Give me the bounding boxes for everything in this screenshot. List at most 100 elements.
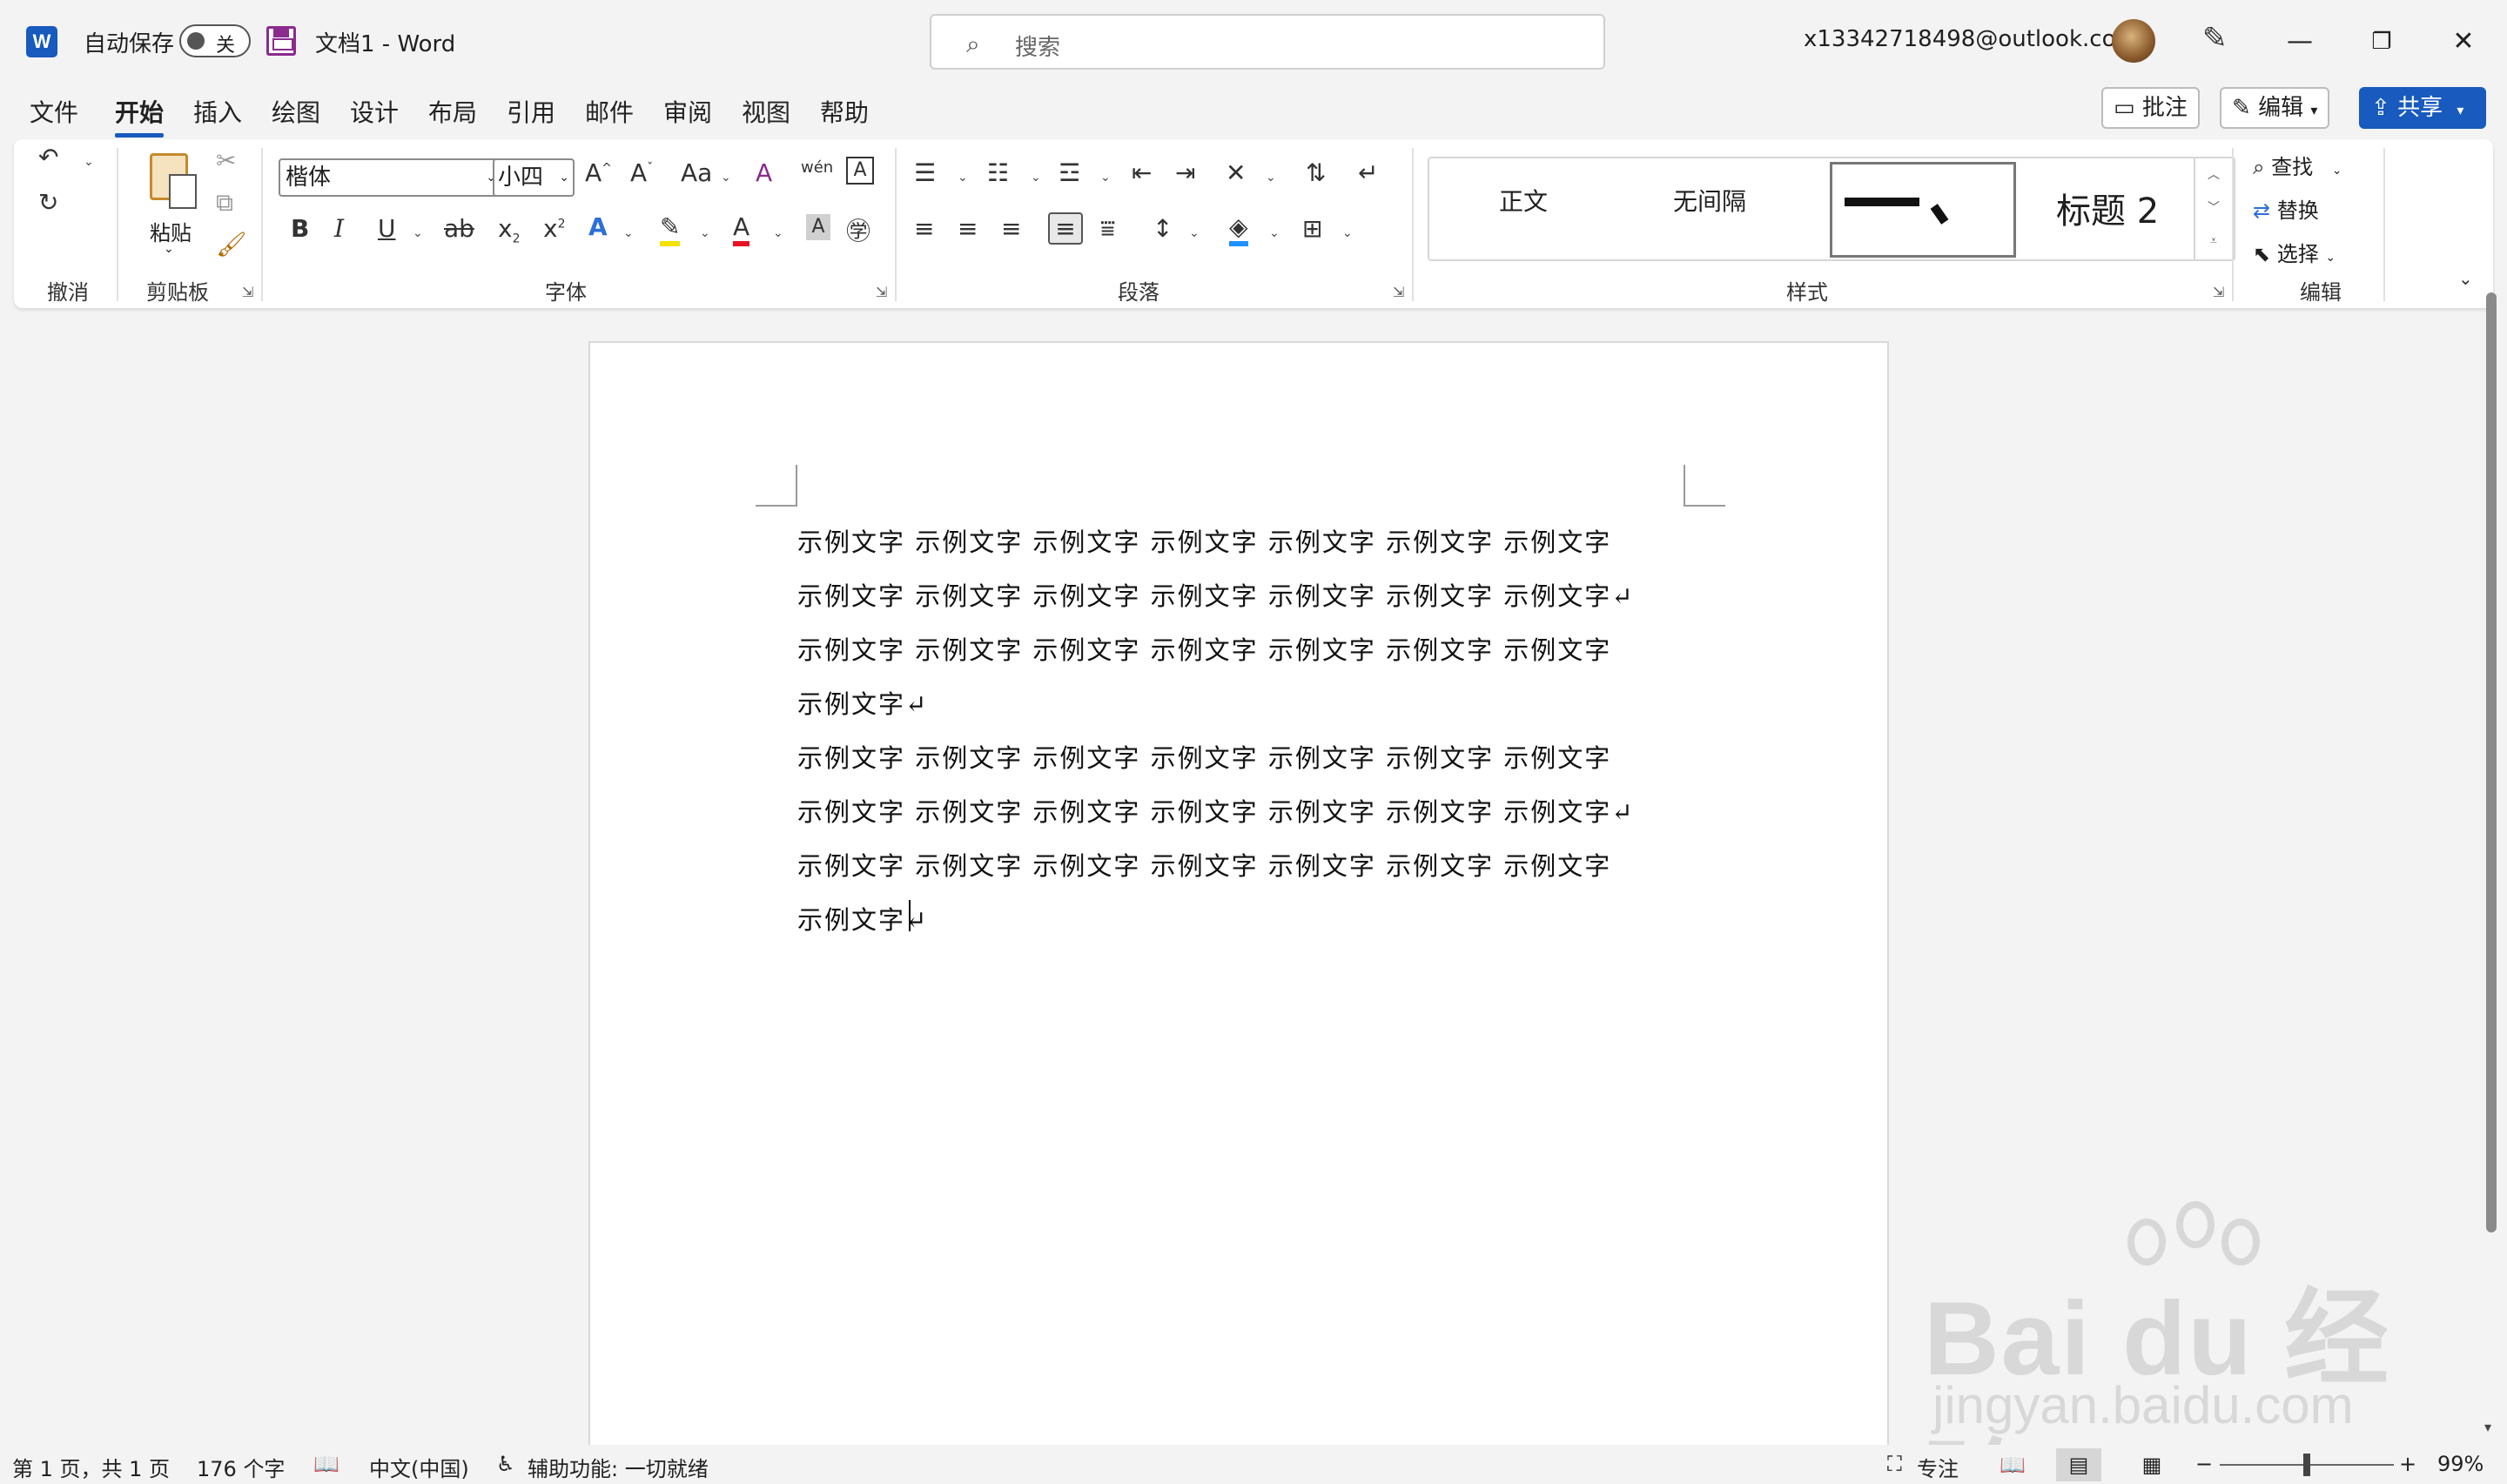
subscript-icon[interactable]: x2: [498, 214, 521, 246]
zoom-slider-thumb[interactable]: [2303, 1454, 2310, 1476]
minimize-button[interactable]: —: [2274, 16, 2326, 68]
replace-button[interactable]: ⇄ 替换: [2253, 193, 2319, 224]
increase-indent-icon[interactable]: ⇥: [1175, 158, 1195, 187]
text-effects-icon[interactable]: A: [588, 212, 608, 241]
tab-draw[interactable]: 绘图: [272, 94, 320, 129]
proofing-icon[interactable]: 📖: [313, 1452, 339, 1476]
character-border-icon[interactable]: A: [846, 157, 874, 185]
chevron-down-icon[interactable]: ⌄: [413, 226, 423, 240]
style-normal[interactable]: 正文: [1499, 183, 1548, 218]
phonetic-guide-icon[interactable]: wén: [801, 158, 833, 177]
zoom-out-icon[interactable]: −: [2195, 1452, 2213, 1476]
numbering-icon[interactable]: ☷: [987, 158, 1009, 187]
tab-references[interactable]: 引用: [507, 94, 555, 129]
bold-icon[interactable]: B: [291, 214, 309, 243]
read-mode-icon[interactable]: 📖: [1990, 1448, 2035, 1481]
font-color-icon[interactable]: A: [733, 212, 750, 246]
scroll-down-icon[interactable]: ▾: [2484, 1419, 2491, 1435]
font-name-select[interactable]: 楷体 ⌄: [279, 158, 503, 197]
chevron-down-icon[interactable]: ⌄: [721, 171, 731, 185]
style-heading-1[interactable]: [1830, 162, 2016, 258]
chevron-down-icon[interactable]: ⌄: [1100, 171, 1111, 185]
chevron-down-icon[interactable]: ⌄: [1031, 171, 1041, 185]
editing-mode-button[interactable]: ✎ 编辑 ▾: [2220, 87, 2330, 129]
select-button[interactable]: ⬉ 选择 ⌄: [2253, 237, 2336, 267]
document-page[interactable]: 示例文字 示例文字 示例文字 示例文字 示例文字 示例文字 示例文字 示例文字 …: [588, 341, 1889, 1448]
tab-layout[interactable]: 布局: [428, 94, 477, 129]
italic-icon[interactable]: I: [334, 214, 344, 243]
language[interactable]: 中文(中国): [369, 1452, 469, 1482]
save-icon[interactable]: [266, 26, 296, 56]
grow-font-icon[interactable]: A^: [585, 158, 612, 187]
decrease-indent-icon[interactable]: ⇤: [1132, 158, 1152, 187]
chevron-up-icon[interactable]: ︿: [2195, 158, 2232, 191]
more-styles-icon[interactable]: ⩡: [2195, 225, 2232, 258]
accessibility-status[interactable]: 辅助功能: 一切就绪: [528, 1452, 709, 1482]
dialog-launcher-icon[interactable]: ⇲: [242, 284, 253, 300]
chevron-down-icon[interactable]: ⌄: [958, 171, 968, 185]
borders-icon[interactable]: ⊞: [1302, 214, 1322, 243]
share-button[interactable]: ⇪ 共享 ▾: [2359, 87, 2486, 129]
show-hide-marks-icon[interactable]: ↵: [1358, 158, 1378, 187]
zoom-in-icon[interactable]: +: [2399, 1452, 2416, 1476]
line-spacing-icon[interactable]: ↕: [1153, 214, 1173, 243]
undo-dropdown-icon[interactable]: ⌄: [84, 155, 94, 169]
chevron-down-icon[interactable]: ⌄: [700, 226, 710, 240]
strikethrough-icon[interactable]: ab: [444, 214, 474, 243]
close-button[interactable]: ✕: [2437, 16, 2490, 68]
multilevel-list-icon[interactable]: ☲: [1059, 158, 1080, 187]
find-button[interactable]: ⌕ 查找 ⌄: [2253, 150, 2342, 180]
chevron-down-icon[interactable]: ⌄: [1189, 226, 1200, 240]
copy-icon[interactable]: ⧉: [216, 188, 233, 218]
shading-icon[interactable]: ◈: [1229, 212, 1248, 246]
tab-mailings[interactable]: 邮件: [585, 94, 634, 129]
collapse-ribbon-icon[interactable]: ⌄: [2458, 268, 2473, 289]
tab-design[interactable]: 设计: [350, 94, 399, 129]
justify-icon[interactable]: ≡: [1048, 212, 1083, 245]
style-no-spacing[interactable]: 无间隔: [1673, 183, 1746, 218]
vertical-scrollbar[interactable]: ▾: [2483, 261, 2502, 1445]
tab-home[interactable]: 开始: [115, 94, 165, 138]
superscript-icon[interactable]: x2: [543, 214, 566, 243]
font-size-select[interactable]: 小四 ⌄: [493, 158, 575, 197]
format-painter-icon[interactable]: 🖌: [216, 230, 247, 259]
scrollbar-thumb[interactable]: [2486, 292, 2497, 1232]
tab-insert[interactable]: 插入: [193, 94, 242, 129]
cut-icon[interactable]: ✂: [216, 146, 236, 175]
search-input[interactable]: ⌕ 搜索: [930, 14, 1605, 70]
chevron-down-icon[interactable]: ⌄: [1269, 226, 1280, 240]
redo-icon[interactable]: ↻: [38, 188, 58, 217]
word-count[interactable]: 176 个字: [197, 1452, 285, 1482]
enclose-characters-icon[interactable]: ㊫: [846, 212, 870, 247]
page-count[interactable]: 第 1 页，共 1 页: [12, 1452, 170, 1482]
align-center-icon[interactable]: ≡: [958, 214, 978, 243]
tab-review[interactable]: 审阅: [663, 94, 712, 129]
asian-layout-icon[interactable]: ✕: [1226, 158, 1246, 187]
print-layout-icon[interactable]: ▤: [2056, 1448, 2101, 1481]
dialog-launcher-icon[interactable]: ⇲: [1393, 284, 1404, 300]
focus-label[interactable]: 专注: [1917, 1452, 1959, 1482]
accessibility-icon[interactable]: ♿: [496, 1452, 515, 1476]
tab-view[interactable]: 视图: [742, 94, 790, 129]
document-body[interactable]: 示例文字 示例文字 示例文字 示例文字 示例文字 示例文字 示例文字 示例文字 …: [797, 515, 1694, 947]
chevron-down-icon[interactable]: ⌄: [773, 226, 783, 240]
dialog-launcher-icon[interactable]: ⇲: [2213, 284, 2224, 300]
align-right-icon[interactable]: ≡: [1001, 214, 1021, 243]
autosave-toggle[interactable]: 关: [179, 24, 251, 57]
sort-icon[interactable]: ⇅: [1306, 158, 1326, 187]
chevron-down-icon[interactable]: ⌄: [623, 226, 634, 240]
chevron-down-icon[interactable]: ⌄: [1266, 171, 1276, 185]
style-heading-2[interactable]: 标题 2: [2056, 183, 2159, 233]
account-email[interactable]: x13342718498@outlook.com: [1804, 26, 2138, 52]
focus-icon[interactable]: ⛶: [1887, 1452, 1902, 1476]
dialog-launcher-icon[interactable]: ⇲: [876, 284, 887, 300]
chevron-down-icon[interactable]: ⌄: [1342, 226, 1353, 240]
shrink-font-icon[interactable]: Aˇ: [630, 158, 653, 187]
zoom-level[interactable]: 99%: [2437, 1452, 2483, 1476]
align-left-icon[interactable]: ≡: [914, 214, 934, 243]
bullets-icon[interactable]: ☰: [914, 158, 936, 187]
clear-formatting-icon[interactable]: A: [756, 158, 772, 187]
comments-button[interactable]: ▭ 批注: [2101, 87, 2200, 129]
undo-icon[interactable]: ↶: [38, 143, 58, 171]
avatar[interactable]: [2112, 19, 2155, 63]
